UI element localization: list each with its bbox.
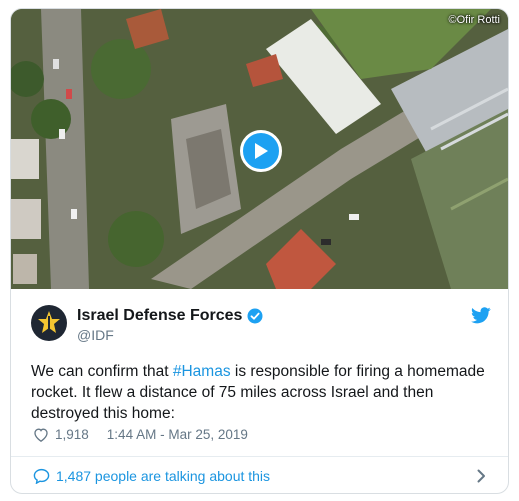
video-thumbnail[interactable]: ©Ofir Rotti [11,9,508,289]
talking-count-text: 1,487 people are talking about this [56,468,271,484]
idf-emblem-icon [38,311,60,333]
like-count[interactable]: 1,918 [55,427,89,442]
tweet-meta: 1,918 1:44 AM - Mar 25, 2019 [33,427,248,442]
photo-credit: ©Ofir Rotti [448,14,501,26]
twitter-bird-icon[interactable] [471,307,491,324]
display-name[interactable]: Israel Defense Forces [77,307,242,325]
tweet-author: Israel Defense Forces @IDF [31,305,491,349]
play-button[interactable] [240,130,282,172]
avatar[interactable] [31,305,67,341]
play-icon [255,143,268,159]
heart-icon[interactable] [33,427,49,442]
verified-badge-icon [247,308,263,324]
tweet-timestamp[interactable]: 1:44 AM - Mar 25, 2019 [107,427,248,442]
hashtag-link[interactable]: #Hamas [173,363,231,380]
tweet-text: We can confirm that #Hamas is responsibl… [31,361,491,424]
embedded-tweet: ©Ofir Rotti Israel Defense Forces @IDF W… [10,8,509,494]
tweet-text-before: We can confirm that [31,363,173,380]
user-handle[interactable]: @IDF [77,327,114,343]
chevron-right-icon [477,469,485,483]
reply-bubble-icon [33,468,50,484]
name-line: Israel Defense Forces [77,307,263,325]
conversation-link[interactable]: 1,487 people are talking about this [11,457,508,493]
